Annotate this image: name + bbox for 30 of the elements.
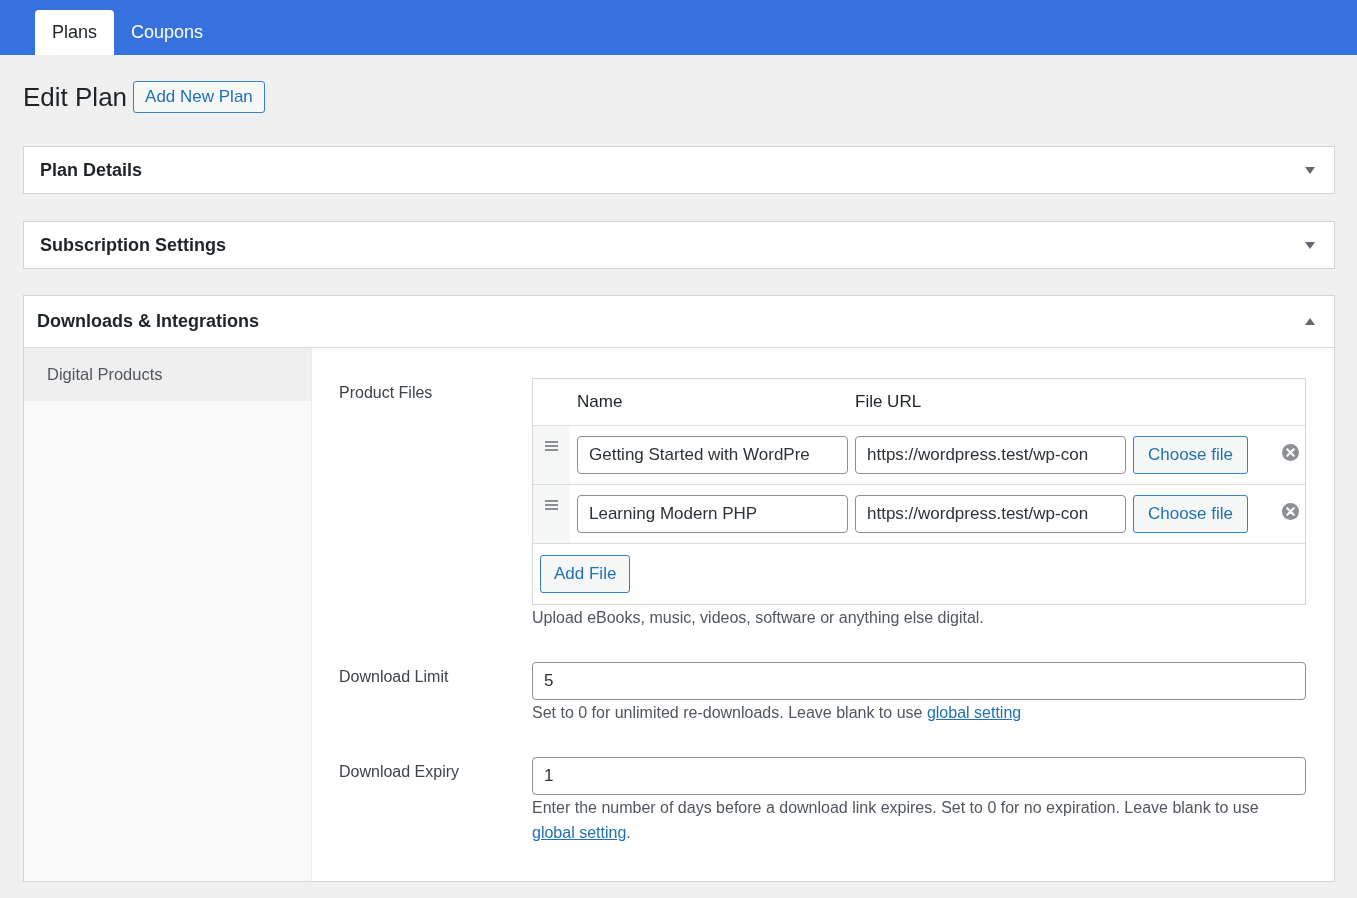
circle-x-icon[interactable] — [1282, 444, 1299, 461]
help-text: Enter the number of days before a download link expires. Set to 0 for no expiration. Leave blank to use global setting. — [532, 798, 1260, 843]
number-input[interactable]: 5 — [532, 662, 1306, 700]
circle-x-icon[interactable] — [1282, 503, 1299, 520]
drag-handle-icon[interactable] — [545, 500, 558, 510]
choose-file-button[interactable]: Choose file — [1133, 495, 1248, 533]
column-header: Name — [577, 392, 623, 412]
field-label: Download Expiry — [339, 763, 460, 780]
url-input[interactable]: https://wordpress.test/wp-con — [855, 436, 1126, 474]
sidebar-tab[interactable]: Digital Products — [24, 348, 311, 401]
number-input[interactable]: 1 — [532, 757, 1306, 795]
name-input[interactable]: Learning Modern PHP — [577, 495, 848, 533]
add-new-plan-button[interactable]: Add New Plan — [133, 81, 265, 113]
field-label: Product Files — [339, 384, 433, 401]
tab[interactable]: Plans — [35, 10, 115, 55]
add-file-button[interactable]: Add File — [540, 555, 631, 593]
tab[interactable]: Coupons — [114, 10, 221, 55]
name-input[interactable]: Getting Started with WordPre — [577, 436, 848, 474]
help-text: Set to 0 for unlimited re-downloads. Leave blank to use global setting — [532, 703, 1023, 723]
help-text: Upload eBooks, music, videos, software or anything else digital. — [532, 608, 985, 628]
choose-file-button[interactable]: Choose file — [1133, 436, 1248, 474]
settings-link[interactable]: global setting — [532, 824, 627, 841]
page-title: Edit Plan — [23, 81, 128, 113]
url-input[interactable]: https://wordpress.test/wp-con — [855, 495, 1126, 533]
panel-header[interactable]: Subscription Settings — [24, 222, 1334, 268]
panel-header[interactable]: Plan Details — [24, 147, 1334, 193]
column-header: File URL — [855, 392, 922, 412]
field-label: Download Limit — [339, 668, 449, 685]
drag-handle-icon[interactable] — [545, 441, 558, 451]
settings-link[interactable]: global setting — [926, 704, 1022, 721]
